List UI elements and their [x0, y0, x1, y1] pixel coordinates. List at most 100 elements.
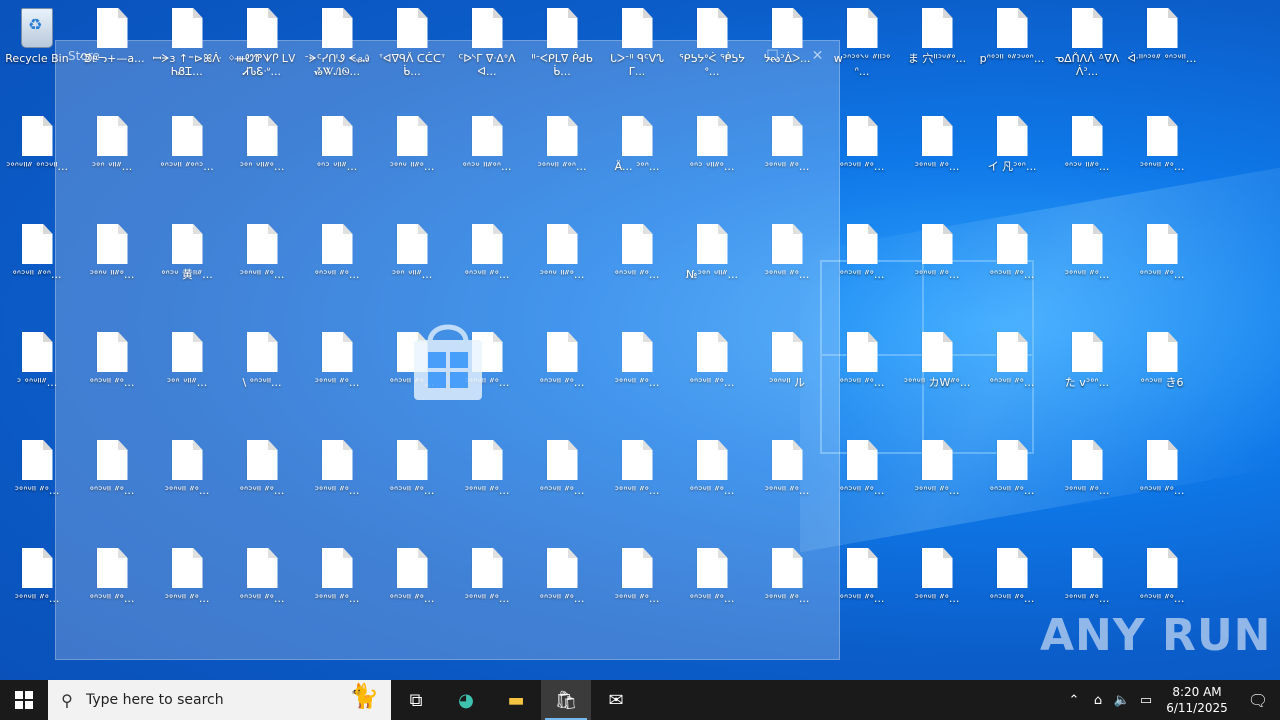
document-icon: [1071, 332, 1103, 372]
document-icon: [1146, 548, 1178, 588]
file-label: ᐣᐤᐢᐡᐦ ᐥᐤ...: [1064, 268, 1110, 281]
taskbar-search[interactable]: ⚲ Type here to search 🐈: [48, 680, 391, 720]
desktop-file-icon[interactable]: ᐤᐢᐣᐡᐦ ᐥᐤ...: [975, 216, 1049, 316]
file-explorer-button[interactable]: ▬: [491, 680, 541, 720]
desktop-file-icon[interactable]: ᐣᐤᐢᐡᐦ ᐥᐤ...: [1125, 108, 1199, 208]
desktop-file-icon[interactable]: ᐣᐤᐢᐡᐦ ᐥᐤ...: [900, 540, 974, 640]
file-label: ᐣᐤᐢᐡᐦ カWᐥᐤ...: [903, 376, 971, 389]
close-icon[interactable]: ✕: [795, 43, 840, 69]
desktop-file-icon[interactable]: ᐤᐢᐣᐡᐦ ᐥᐤ...: [975, 432, 1049, 532]
minimize-icon[interactable]: –: [705, 43, 750, 69]
chevron-up-icon[interactable]: ⌃: [1062, 693, 1086, 708]
search-highlight-icon: 🐈: [349, 682, 379, 710]
document-icon: [996, 224, 1028, 264]
file-label: pᐢᐤᐣᐦ ᐤᐥᐣᐡᐤᐢ...: [979, 52, 1045, 65]
edge-icon: ◕: [458, 689, 474, 711]
desktop-file-icon[interactable]: ᐤᐢᐣᐡᐦ ᐥᐤ...: [1125, 432, 1199, 532]
network-icon[interactable]: ⌂: [1086, 693, 1110, 708]
volume-icon[interactable]: 🔈: [1110, 693, 1134, 708]
file-label: ᐣᐤᐢᐡᐦ ᐥᐤ...: [914, 592, 960, 605]
system-tray: ⌃ ⌂ 🔈 ▭ 8:20 AM 6/11/2025 🗨: [1062, 680, 1280, 720]
document-icon: [1071, 440, 1103, 480]
document-icon: [1071, 224, 1103, 264]
desktop-file-icon[interactable]: ᐣᐤᐢᐡᐦ ᐥᐤ...: [900, 432, 974, 532]
search-icon: ⚲: [61, 690, 73, 710]
file-label: ᐤᐢᐣᐡᐦ き6: [1140, 376, 1184, 389]
desktop-file-icon[interactable]: ᐣᐤᐢᐡᐦ ᐥᐤ...: [900, 216, 974, 316]
task-view-icon: ⧉: [409, 689, 423, 711]
document-icon: [21, 440, 53, 480]
start-button[interactable]: [0, 680, 48, 720]
document-icon: [1146, 224, 1178, 264]
store-taskbar-button[interactable]: 🛍: [541, 680, 591, 720]
file-label: ᐤᐢᐣᐡᐦ ᐥᐤ...: [989, 376, 1035, 389]
clock[interactable]: 8:20 AM 6/11/2025: [1158, 684, 1236, 716]
store-titlebar[interactable]: Store – ☐ ✕: [56, 41, 839, 71]
task-view-button[interactable]: ⧉: [391, 680, 441, 720]
desktop-file-icon[interactable]: ᐤᐢᐣᐡᐦ ᐥᐤ...: [975, 324, 1049, 424]
document-icon: [1071, 116, 1103, 156]
desktop-file-icon[interactable]: ま 穴ᐦᐣᐡᐥᐤ...: [900, 0, 974, 100]
watermark: ANY RUN: [1040, 610, 1272, 661]
desktop-file-icon[interactable]: た vᐣᐤᐢ...: [1050, 324, 1124, 424]
windows-icon: [15, 691, 33, 709]
desktop-file-icon[interactable]: ᐣᐤᐢᐡᐦ ᐥᐤ...: [1050, 432, 1124, 532]
notification-icon[interactable]: 🗨: [1236, 691, 1280, 710]
store-icon: 🛍: [554, 689, 578, 711]
desktop-file-icon[interactable]: ᓀᐃᑍᐱᐲ ᐞᐁᐱᐲᐣ...: [1050, 0, 1124, 100]
document-icon: [846, 332, 878, 372]
file-label: ᐤᐢᐣᐡᐦ ᐥᐤ...: [989, 592, 1035, 605]
document-icon: [996, 440, 1028, 480]
document-icon: [1146, 8, 1178, 48]
document-icon: [996, 116, 1028, 156]
desktop-file-icon[interactable]: ᐤᐢᐣᐡᐦ ᐥᐤ...: [975, 540, 1049, 640]
document-icon: [1071, 8, 1103, 48]
document-icon: [921, 8, 953, 48]
document-icon: [996, 332, 1028, 372]
store-logo-icon: [414, 324, 482, 400]
document-icon: [21, 224, 53, 264]
desktop-file-icon[interactable]: イ 凡ᐣᐤᐢ...: [975, 108, 1049, 208]
file-label: ᐣᐤᐢᐡᐦ ᐥᐤ...: [914, 484, 960, 497]
document-icon: [1146, 440, 1178, 480]
search-placeholder: Type here to search: [86, 692, 224, 708]
file-label: ᐤᐢᐣᐡᐦ ᐥᐤ...: [989, 484, 1035, 497]
document-icon: [921, 332, 953, 372]
desktop-file-icon[interactable]: ᐣᐤᐢᐡᐦ カWᐥᐤ...: [900, 324, 974, 424]
file-label: ᐤᐢᐣᐡ ᐦᐥᐤ...: [1064, 160, 1110, 173]
recycle-bin-icon: [21, 8, 53, 48]
taskbar: ⚲ Type here to search 🐈 ⧉ ◕ ▬ 🛍 ✉ ⌃ ⌂ 🔈 …: [0, 680, 1280, 720]
edge-button[interactable]: ◕: [441, 680, 491, 720]
mail-icon: ✉: [608, 689, 624, 711]
document-icon: [1071, 548, 1103, 588]
document-icon: [846, 116, 878, 156]
file-label: ᐣᐤᐢᐡᐦ ᐥᐤ...: [1139, 160, 1185, 173]
document-icon: [921, 440, 953, 480]
desktop-file-icon[interactable]: ᐤᐢᐣᐡ ᐦᐥᐤ...: [1050, 108, 1124, 208]
maximize-icon[interactable]: ☐: [750, 43, 795, 69]
file-label: イ 凡ᐣᐤᐢ...: [987, 160, 1037, 173]
store-window-title: Store: [68, 49, 100, 63]
folder-icon: ▬: [507, 689, 525, 711]
document-icon: [1146, 116, 1178, 156]
file-label: ᓀᐃᑍᐱᐲ ᐞᐁᐱᐲᐣ...: [1054, 52, 1120, 78]
store-window[interactable]: Store – ☐ ✕: [55, 40, 840, 660]
document-icon: [21, 332, 53, 372]
file-label: ᐣᐤᐢᐡᐦ ᐥᐤ...: [1064, 592, 1110, 605]
file-label: ᐚᐦᐢᐣᐤᐥ ᐤᐢᐣᐡᐦ...: [1127, 52, 1197, 65]
document-icon: [846, 548, 878, 588]
desktop-file-icon[interactable]: ᐣᐤᐢᐡᐦ ᐥᐤ...: [1050, 216, 1124, 316]
file-label: ᐤᐢᐣᐡᐦ ᐥᐤ...: [1139, 592, 1185, 605]
desktop-file-icon[interactable]: ᐣᐤᐢᐡᐦ ᐥᐤ...: [900, 108, 974, 208]
desktop-file-icon[interactable]: ᐤᐢᐣᐡᐦ き6: [1125, 324, 1199, 424]
document-icon: [846, 8, 878, 48]
device-icon[interactable]: ▭: [1134, 693, 1158, 708]
document-icon: [921, 548, 953, 588]
document-icon: [21, 548, 53, 588]
mail-button[interactable]: ✉: [591, 680, 641, 720]
desktop-file-icon[interactable]: pᐢᐤᐣᐦ ᐤᐥᐣᐡᐤᐢ...: [975, 0, 1049, 100]
desktop-file-icon[interactable]: ᐤᐢᐣᐡᐦ ᐥᐤ...: [1125, 216, 1199, 316]
document-icon: [921, 224, 953, 264]
desktop-file-icon[interactable]: ᐚᐦᐢᐣᐤᐥ ᐤᐢᐣᐡᐦ...: [1125, 0, 1199, 100]
document-icon: [846, 224, 878, 264]
